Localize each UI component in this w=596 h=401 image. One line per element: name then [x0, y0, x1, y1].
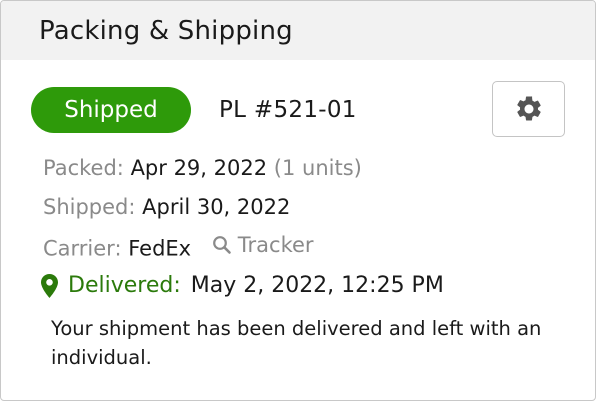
panel-title: Packing & Shipping: [39, 15, 293, 46]
delivery-status: Delivered: May 2, 2022, 12:25 PM: [41, 273, 444, 298]
shipped-line: Shipped: April 30, 2022: [43, 188, 362, 227]
packed-units: (1 units): [273, 156, 362, 180]
search-icon: [212, 235, 238, 255]
delivered-label: Delivered:: [68, 273, 181, 298]
tracker-link[interactable]: Tracker: [212, 226, 314, 265]
shipped-date: April 30, 2022: [142, 194, 291, 219]
packed-label: Packed:: [43, 156, 124, 180]
carrier-line: Carrier: FedEx Tracker: [43, 226, 362, 268]
carrier-label: Carrier:: [43, 236, 122, 261]
status-row: Shipped PL #521-01: [31, 87, 357, 133]
delivery-note: Your shipment has been delivered and lef…: [51, 317, 542, 369]
settings-button[interactable]: [492, 81, 565, 137]
packing-shipping-panel: Packing & Shipping Shipped PL #521-01 Pa…: [0, 0, 596, 401]
carrier-value: FedEx: [128, 236, 192, 261]
panel-header: Packing & Shipping: [1, 1, 595, 60]
status-badge: Shipped: [31, 87, 191, 133]
shipment-details: Packed: Apr 29, 2022 (1 units) Shipped: …: [43, 149, 362, 268]
delivered-datetime: May 2, 2022, 12:25 PM: [190, 273, 444, 298]
tracker-label: Tracker: [237, 233, 314, 257]
packing-list-number: PL #521-01: [219, 97, 357, 123]
shipped-label: Shipped:: [43, 194, 136, 219]
gear-icon: [514, 94, 544, 124]
packed-line: Packed: Apr 29, 2022 (1 units): [43, 149, 362, 188]
map-pin-icon: [41, 273, 58, 298]
packed-date: Apr 29, 2022: [130, 156, 268, 180]
